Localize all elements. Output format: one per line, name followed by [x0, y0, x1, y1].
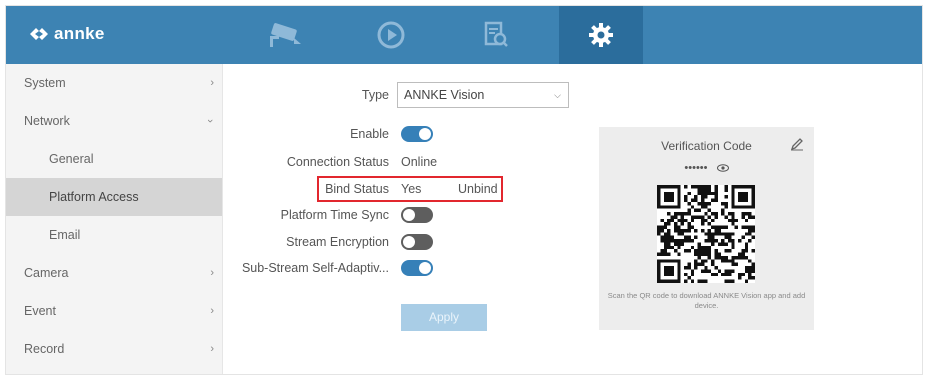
sidebar-item-system[interactable]: System › — [6, 64, 222, 102]
sidebar-item-label: Event — [24, 304, 56, 318]
substream-row: Sub-Stream Self-Adaptiv... — [223, 257, 389, 279]
platform-access-panel: Type ANNKE Vision ⌵ Enable Connection St… — [223, 64, 922, 374]
top-nav-bar: annke — [6, 6, 922, 64]
connection-status-label: Connection Status — [286, 155, 389, 169]
qr-code-image — [657, 185, 755, 283]
file-search-icon — [484, 21, 508, 47]
bind-status-row: Bind Status — [223, 178, 389, 200]
sidebar: System › Network › General Platform Acce… — [6, 64, 223, 374]
qr-download-hint: Scan the QR code to download ANNKE Visio… — [607, 291, 806, 310]
apply-button[interactable]: Apply — [401, 304, 487, 331]
sidebar-item-label: Camera — [24, 266, 69, 280]
verification-panel: Verification Code •••••• Scan the QR cod… — [599, 127, 814, 330]
eye-icon[interactable] — [716, 164, 729, 172]
enable-label: Enable — [350, 127, 389, 141]
stream-encryption-toggle[interactable] — [401, 234, 433, 250]
tab-live-view[interactable] — [242, 6, 326, 64]
sidebar-item-label: Record — [24, 342, 65, 356]
time-sync-label: Platform Time Sync — [280, 208, 389, 222]
brand-name: annke — [54, 24, 105, 43]
tab-playback[interactable] — [349, 6, 433, 64]
app-window: annke System › Network › General Platfor… — [5, 5, 923, 375]
enable-toggle[interactable] — [401, 126, 433, 142]
type-select-value: ANNKE Vision — [404, 88, 485, 102]
sidebar-item-event[interactable]: Event › — [6, 292, 222, 330]
gear-icon — [589, 23, 613, 47]
sidebar-item-camera[interactable]: Camera › — [6, 254, 222, 292]
type-label: Type — [361, 88, 389, 102]
chevron-right-icon: › — [210, 267, 214, 279]
verification-title: Verification Code — [661, 139, 752, 153]
substream-label: Sub-Stream Self-Adaptiv... — [241, 261, 389, 275]
brand-logo: annke — [28, 24, 105, 44]
type-select[interactable]: ANNKE Vision ⌵ — [397, 82, 569, 108]
sidebar-item-network[interactable]: Network › — [6, 102, 222, 140]
bind-status-label: Bind Status — [325, 182, 389, 196]
stream-encryption-row: Stream Encryption — [223, 231, 389, 253]
enable-row: Enable — [223, 123, 389, 145]
chevron-right-icon: › — [210, 305, 214, 317]
chevron-down-icon: ⌵ — [554, 90, 561, 100]
stream-encryption-label: Stream Encryption — [286, 235, 389, 249]
chevron-right-icon: › — [210, 77, 214, 89]
camera-icon — [270, 23, 301, 47]
sidebar-item-label: Network — [24, 114, 70, 128]
connection-status-value: Online — [401, 155, 438, 169]
playback-icon — [377, 21, 405, 49]
chevron-right-icon: › — [210, 343, 214, 355]
unbind-link[interactable]: Unbind — [458, 182, 498, 196]
verification-code-row: •••••• — [599, 162, 814, 174]
time-sync-row: Platform Time Sync — [223, 204, 389, 226]
sidebar-item-general[interactable]: General — [6, 140, 222, 178]
sidebar-item-label: System — [24, 76, 66, 90]
sidebar-item-label: Email — [49, 228, 81, 242]
time-sync-toggle[interactable] — [401, 207, 433, 223]
bind-status-value: Yes — [401, 182, 422, 196]
sidebar-item-label: Platform Access — [49, 190, 139, 204]
sidebar-item-email[interactable]: Email — [6, 216, 222, 254]
type-row: Type — [223, 84, 389, 106]
verification-code-masked: •••••• — [684, 162, 708, 174]
sidebar-item-platform-access[interactable]: Platform Access — [6, 178, 222, 216]
edit-icon[interactable] — [790, 137, 804, 151]
sidebar-item-record[interactable]: Record › — [6, 330, 222, 368]
substream-toggle[interactable] — [401, 260, 433, 276]
annke-logo-icon — [30, 28, 48, 40]
tab-configuration[interactable] — [559, 6, 643, 64]
connection-status-row: Connection Status — [223, 151, 389, 173]
tab-search[interactable] — [454, 6, 538, 64]
sidebar-item-label: General — [49, 152, 94, 166]
